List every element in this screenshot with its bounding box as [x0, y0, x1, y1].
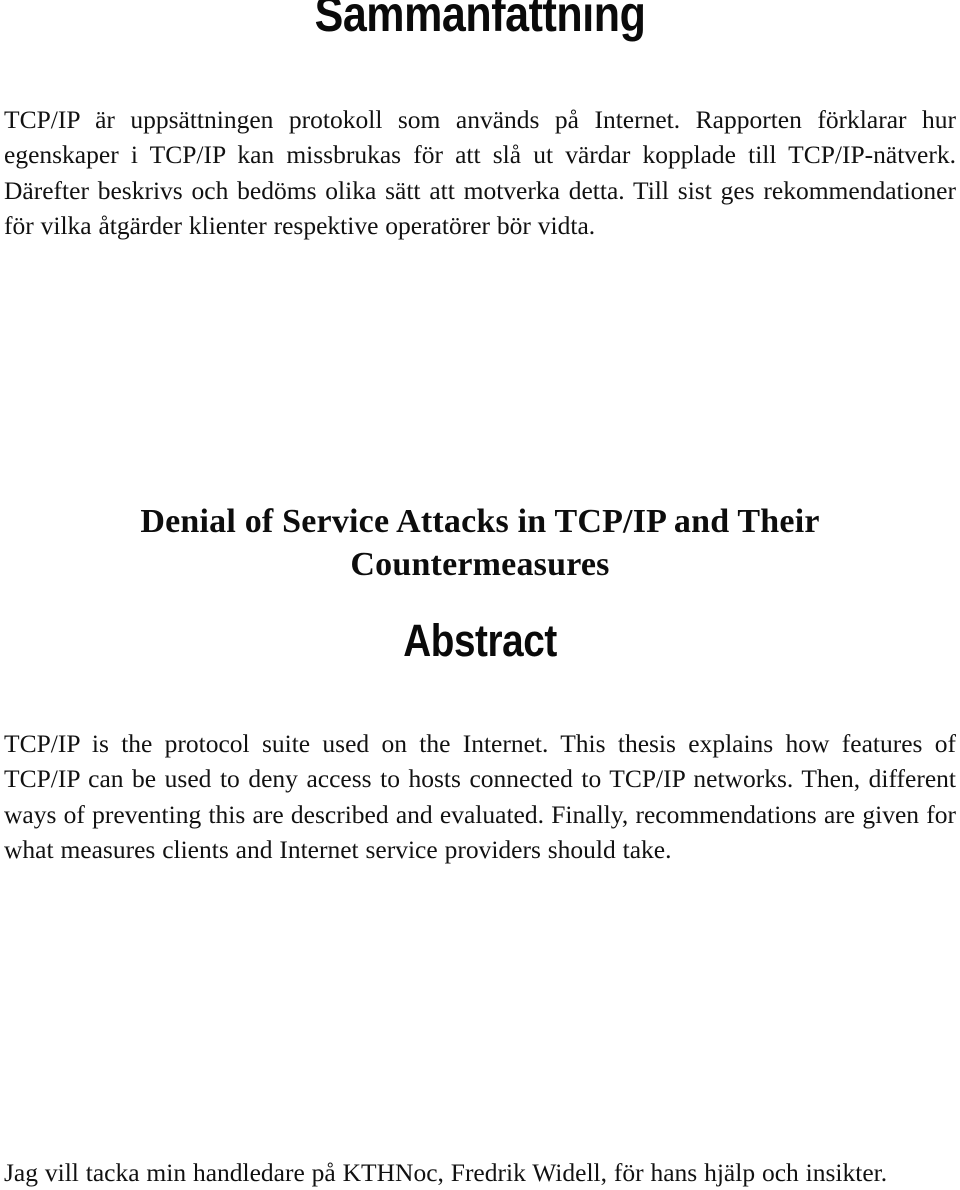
summary-paragraph: TCP/IP är uppsättningen protokoll som an… — [4, 102, 956, 244]
summary-heading: Sammanfattning — [67, 0, 893, 39]
document-title-line-2: Countermeasures — [0, 543, 960, 586]
document-title-line-1: Denial of Service Attacks in TCP/IP and … — [0, 500, 960, 543]
acknowledgement-paragraph: Jag vill tacka min handledare på KTHNoc,… — [4, 1155, 956, 1190]
document-page: Sammanfattning TCP/IP är uppsättningen p… — [0, 0, 960, 1188]
document-title: Denial of Service Attacks in TCP/IP and … — [0, 500, 960, 586]
abstract-paragraph: TCP/IP is the protocol suite used on the… — [4, 726, 956, 868]
abstract-heading: Abstract — [67, 618, 893, 663]
